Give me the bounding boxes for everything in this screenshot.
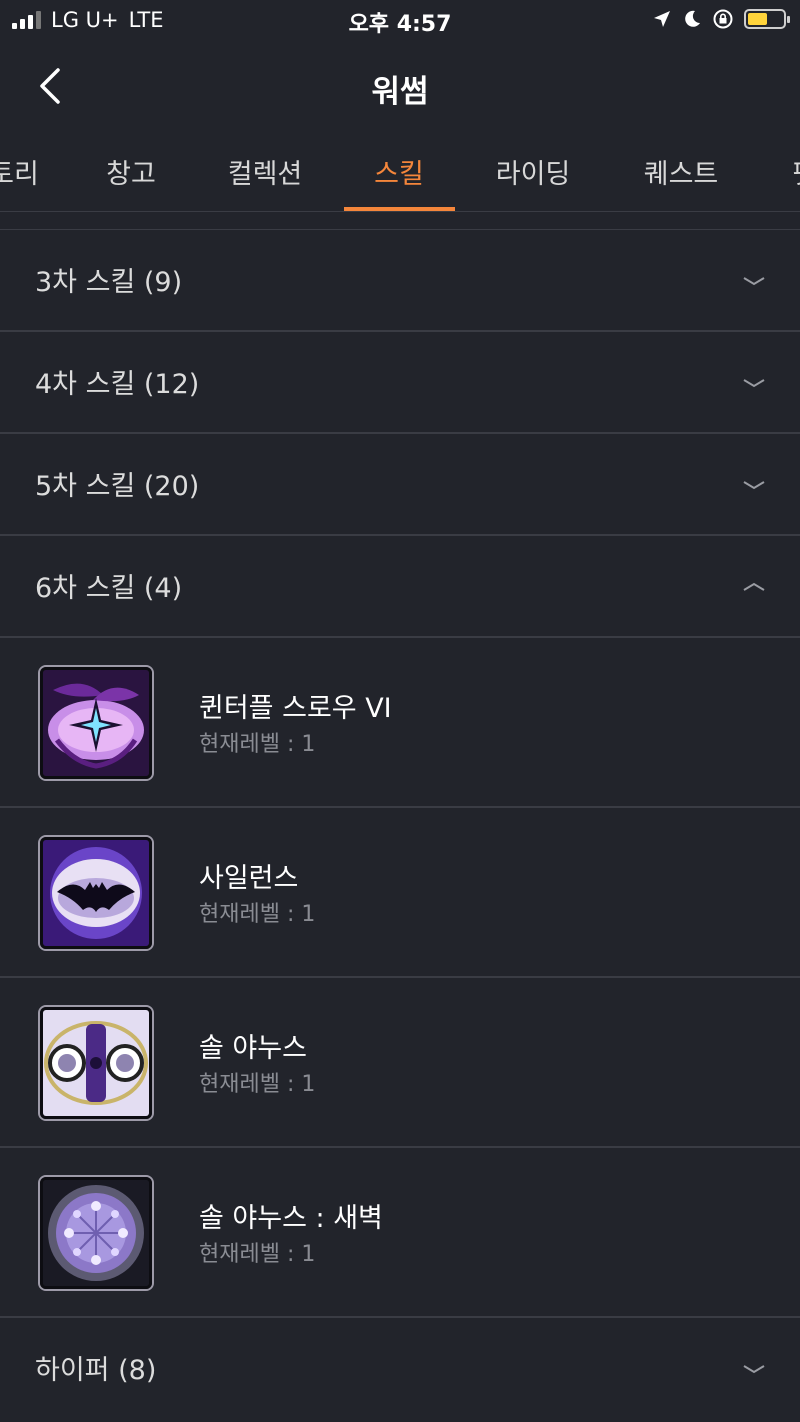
section-label: 하이퍼 (8) bbox=[35, 1355, 157, 1386]
list-top-divider bbox=[0, 212, 800, 230]
skill-level-value: 1 bbox=[301, 1072, 316, 1097]
skill-sol-janus-dawn-icon bbox=[40, 1177, 152, 1289]
section-3rd-skills[interactable]: 3차 스킬 (9) bbox=[0, 230, 800, 332]
chevron-down-icon bbox=[743, 277, 765, 286]
rotation-lock-icon bbox=[713, 9, 733, 29]
skill-quintuple-throw-icon bbox=[40, 667, 152, 779]
skill-level-value: 1 bbox=[301, 902, 316, 927]
skill-level-label: 현재레벨 : bbox=[199, 732, 302, 757]
skill-level: 현재레벨 : 1 bbox=[199, 726, 315, 758]
section-6th-skills[interactable]: 6차 스킬 (4) bbox=[0, 536, 800, 638]
skill-silence-icon bbox=[40, 837, 152, 949]
skill-name: 솔 야누스 bbox=[199, 1033, 307, 1064]
tab-bar: 토리 창고 컬렉션 스킬 라이딩 퀘스트 펫 bbox=[0, 132, 800, 212]
app-header: 워썸 bbox=[0, 40, 800, 132]
chevron-down-icon bbox=[743, 379, 765, 388]
page-title: 워썸 bbox=[371, 74, 429, 110]
section-hyper-skills[interactable]: 하이퍼 (8) bbox=[0, 1318, 800, 1420]
chevron-up-icon bbox=[743, 582, 765, 591]
tab-history[interactable]: 토리 bbox=[0, 152, 39, 191]
skill-row[interactable]: 솔 야누스 : 새벽 현재레벨 : 1 bbox=[0, 1148, 800, 1318]
section-label: 5차 스킬 (20) bbox=[35, 471, 200, 502]
moon-icon bbox=[685, 10, 700, 27]
skill-name: 솔 야누스 : 새벽 bbox=[199, 1203, 383, 1234]
status-right bbox=[652, 8, 790, 30]
skill-level-value: 1 bbox=[301, 1242, 316, 1267]
skill-row[interactable]: 솔 야누스 현재레벨 : 1 bbox=[0, 978, 800, 1148]
tab-pet[interactable]: 펫 bbox=[793, 152, 800, 191]
tab-quest[interactable]: 퀘스트 bbox=[644, 152, 719, 191]
chevron-down-icon bbox=[743, 1365, 765, 1374]
skill-level: 현재레벨 : 1 bbox=[199, 1236, 315, 1268]
chevron-down-icon bbox=[743, 481, 765, 490]
tab-collection[interactable]: 컬렉션 bbox=[228, 152, 303, 191]
skill-level-value: 1 bbox=[301, 732, 316, 757]
skill-name: 퀸터플 스로우 VI bbox=[199, 693, 392, 724]
skill-level: 현재레벨 : 1 bbox=[199, 1066, 315, 1098]
skill-sol-janus-icon bbox=[40, 1007, 152, 1119]
skill-row[interactable]: 퀸터플 스로우 VI 현재레벨 : 1 bbox=[0, 638, 800, 808]
tab-riding[interactable]: 라이딩 bbox=[496, 152, 571, 191]
skill-name: 사일런스 bbox=[199, 863, 299, 894]
tab-skill[interactable]: 스킬 bbox=[374, 152, 424, 191]
skill-level-label: 현재레벨 : bbox=[199, 1242, 302, 1267]
location-arrow-icon bbox=[654, 11, 670, 27]
section-label: 4차 스킬 (12) bbox=[35, 369, 200, 400]
section-4th-skills[interactable]: 4차 스킬 (12) bbox=[0, 332, 800, 434]
skill-level: 현재레벨 : 1 bbox=[199, 896, 315, 928]
status-bar: LG U+ LTE 오후 4:57 bbox=[0, 0, 800, 40]
section-label: 3차 스킬 (9) bbox=[35, 267, 183, 298]
section-5th-skills[interactable]: 5차 스킬 (20) bbox=[0, 434, 800, 536]
skill-level-label: 현재레벨 : bbox=[199, 1072, 302, 1097]
tab-storage[interactable]: 창고 bbox=[106, 152, 156, 191]
battery-icon bbox=[744, 9, 790, 29]
skill-row[interactable]: 사일런스 현재레벨 : 1 bbox=[0, 808, 800, 978]
skill-level-label: 현재레벨 : bbox=[199, 902, 302, 927]
section-label: 6차 스킬 (4) bbox=[35, 573, 183, 604]
